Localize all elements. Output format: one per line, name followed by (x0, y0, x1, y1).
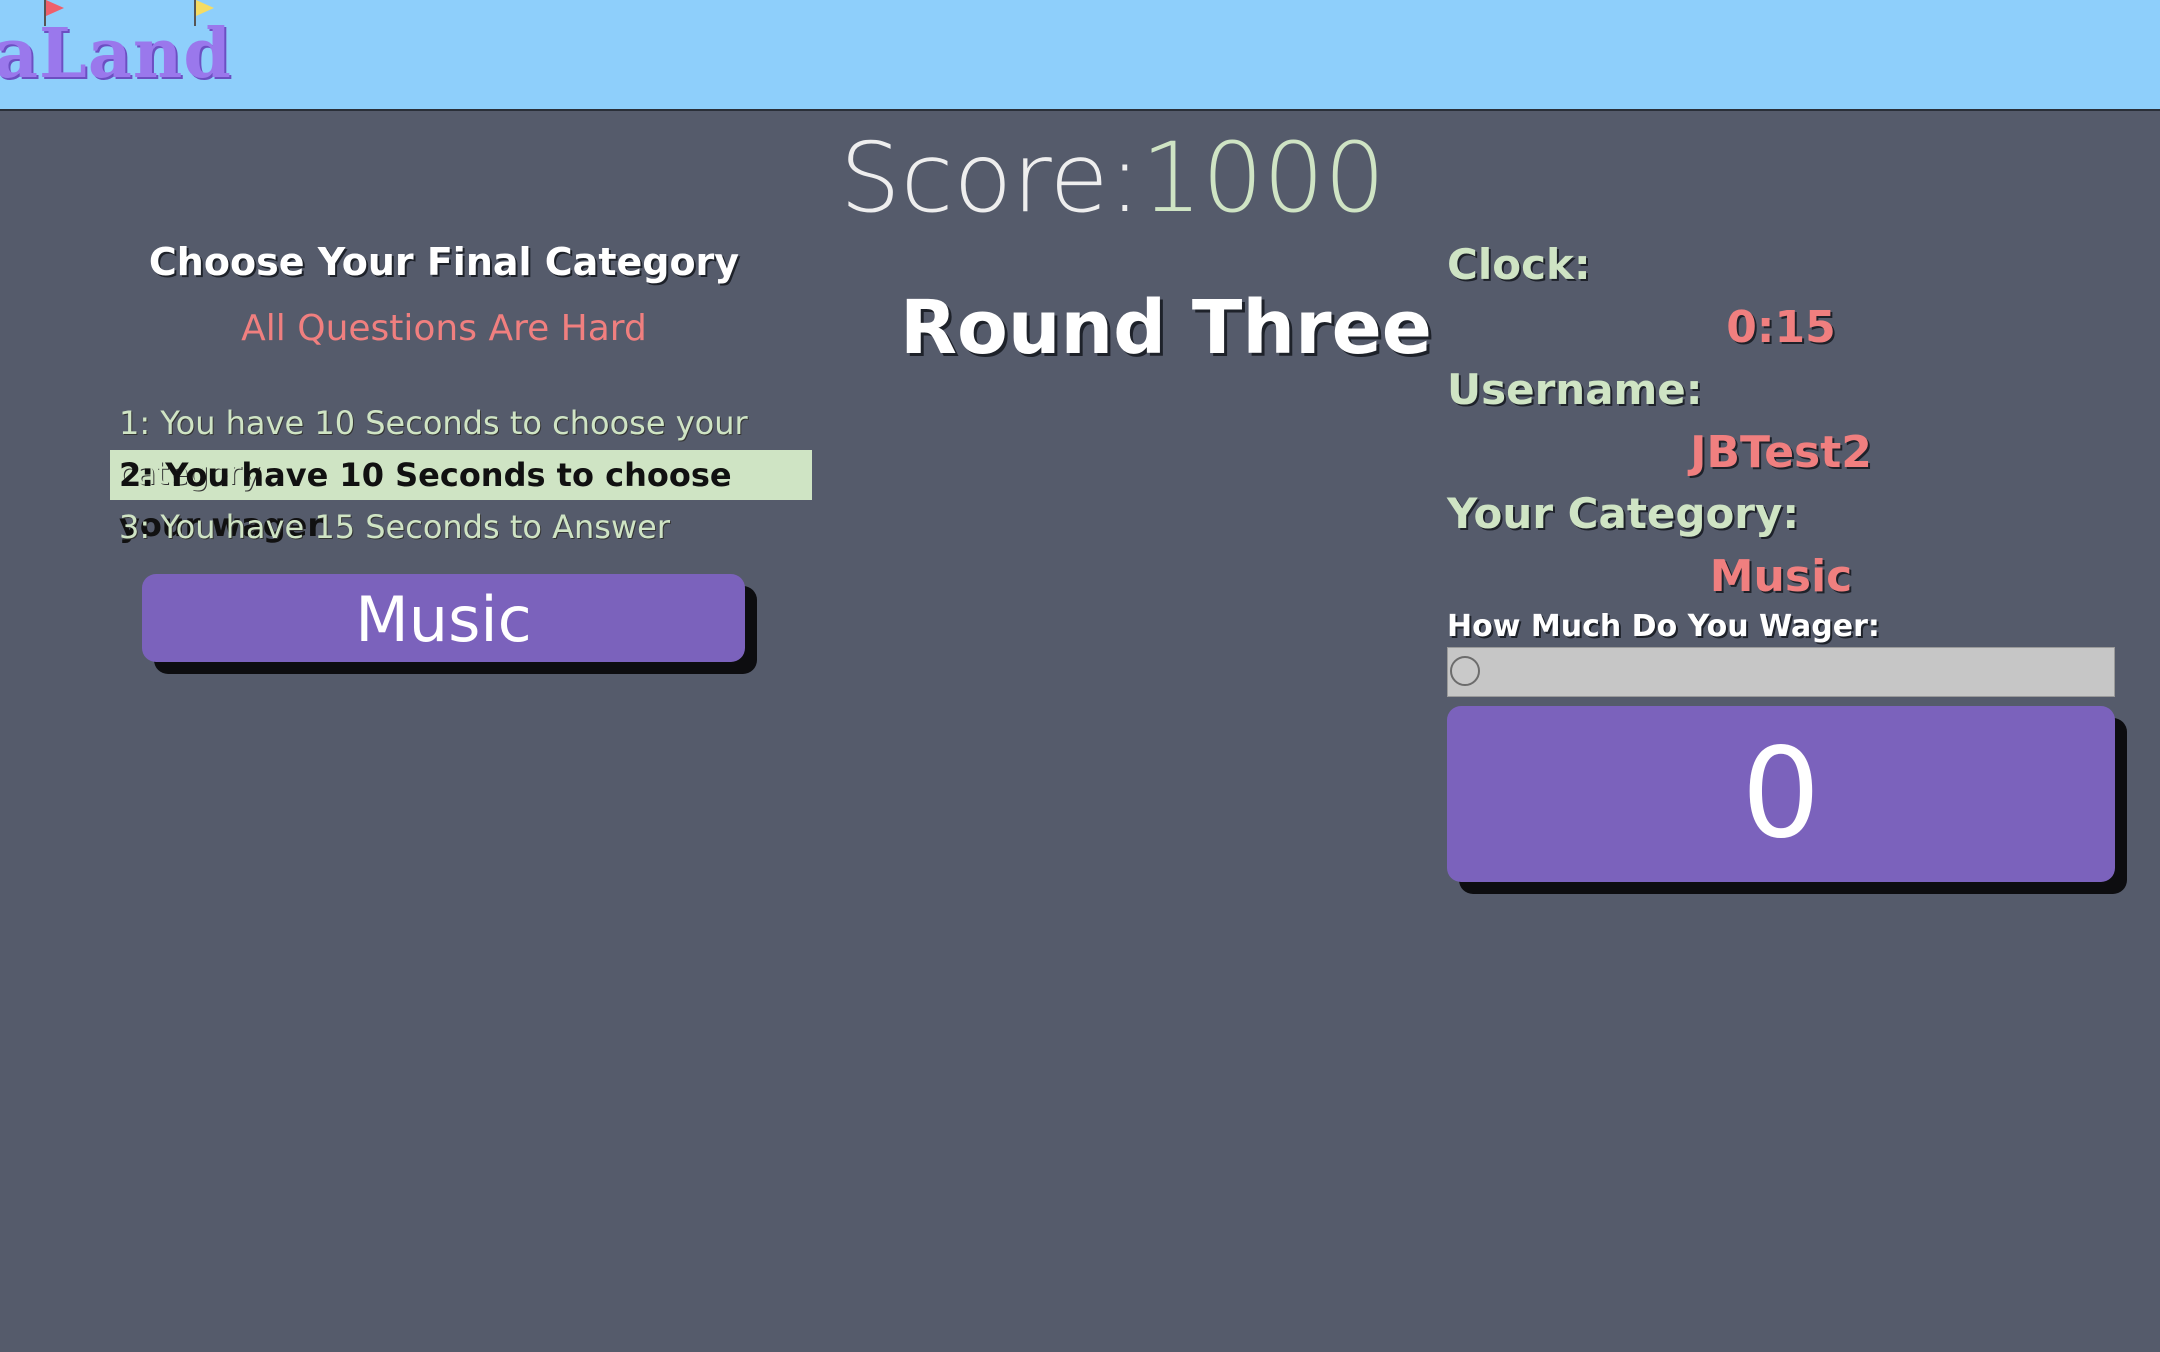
clock-label: Clock: (1447, 240, 1591, 289)
wager-slider-thumb[interactable] (1450, 656, 1480, 686)
header-bar: aLand (0, 0, 2160, 111)
clock-value: 0:15 (1726, 302, 1836, 353)
category-music-button[interactable]: Music (142, 574, 745, 662)
score-value: 1000 (1140, 122, 1386, 234)
final-category-subtitle: All Questions Are Hard (241, 308, 647, 349)
username-value: JBTest2 (1690, 427, 1872, 478)
wager-amount-display: 0 (1447, 706, 2115, 882)
wager-slider[interactable] (1447, 647, 2115, 697)
your-category-value: Music (1709, 551, 1853, 602)
your-category-label: Your Category: (1447, 489, 1800, 538)
rule-item-active: 2: You have 10 Seconds to choose your wa… (110, 450, 812, 544)
score-display: Score:1000 (0, 118, 2160, 238)
rule-item: 1: You have 10 Seconds to choose your ca… (119, 404, 748, 492)
round-title: Round Three (900, 285, 1432, 371)
app-logo[interactable]: aLand (0, 14, 232, 94)
score-label: Score: (839, 122, 1141, 234)
rules-list: 1: You have 10 Seconds to choose your ca… (110, 398, 812, 554)
username-label: Username: (1447, 365, 1703, 414)
rule-item: 3: You have 15 Seconds to Answer (119, 508, 670, 546)
final-category-title: Choose Your Final Category (148, 240, 740, 284)
wager-label: How Much Do You Wager: (1447, 609, 1880, 644)
